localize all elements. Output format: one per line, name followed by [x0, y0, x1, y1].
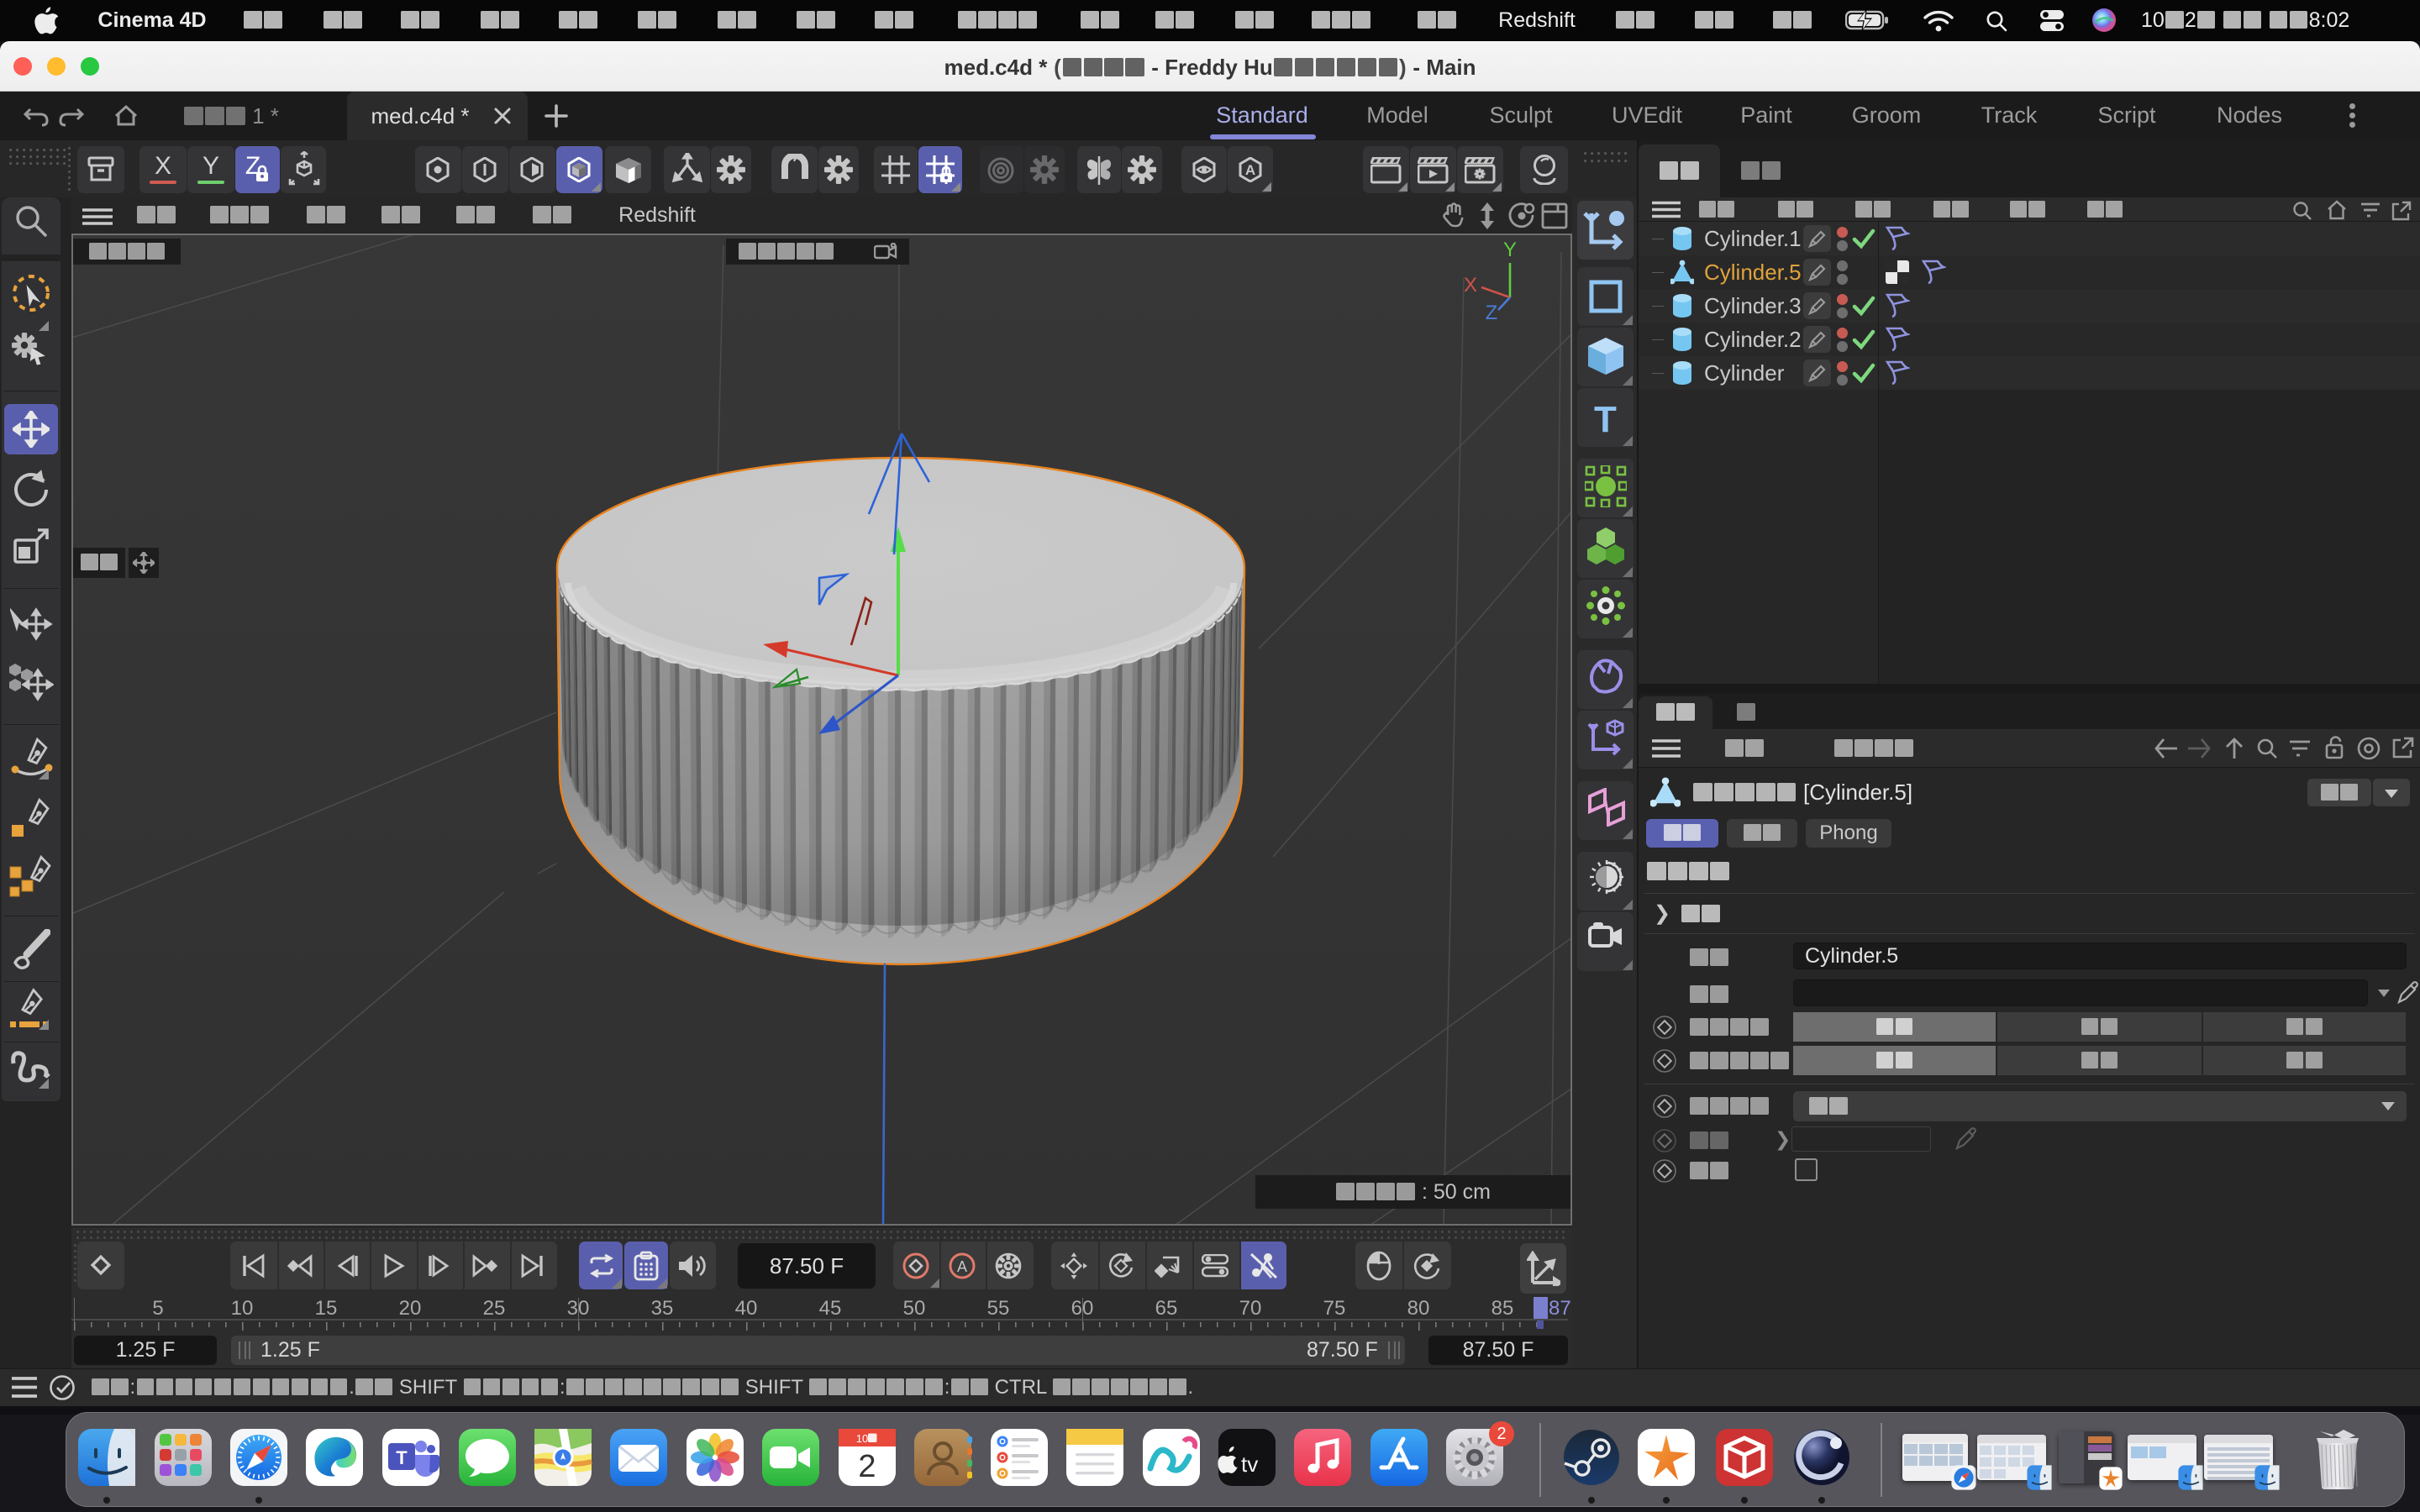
svg-text:X: X — [1464, 274, 1477, 297]
svg-text:A: A — [957, 1258, 967, 1275]
svg-text:A: A — [1245, 162, 1255, 178]
svg-text:Y: Y — [1503, 239, 1517, 261]
svg-text:2: 2 — [858, 1449, 876, 1484]
svg-text:T: T — [396, 1447, 408, 1468]
svg-text:tv: tv — [1241, 1452, 1258, 1477]
svg-text:Z: Z — [1486, 302, 1498, 319]
svg-text:10: 10 — [856, 1432, 868, 1445]
